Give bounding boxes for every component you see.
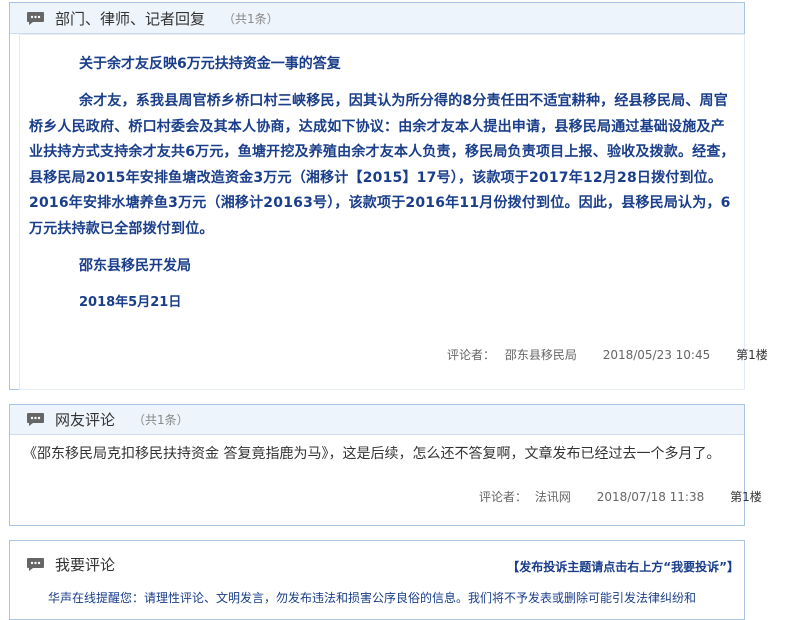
reply-title: 关于余才友反映6万元扶持资金一事的答复: [79, 56, 341, 72]
reply-meta: 评论者： 邵东县移民局 2018/05/23 10:45 第1楼: [447, 346, 768, 363]
commenter-label: 评论者：: [479, 490, 528, 504]
commenter-name: 法讯网: [534, 490, 571, 504]
comment-time: 2018/07/18 11:38: [596, 490, 705, 504]
comment-panel-title: 我要评论: [55, 555, 116, 574]
netizen-panel-header: 网友评论 （共1条）: [10, 405, 744, 435]
post-complaint-link[interactable]: 【发布投诉主题请点击右上方“我要投诉”】: [507, 558, 739, 575]
reply-text: 余才友，系我县周官桥乡桥口村三峡移民，因其认为所分得的8分责任田不适宜耕种，经县…: [29, 93, 735, 237]
reply-panel-title: 部门、律师、记者回复: [55, 9, 206, 28]
netizen-panel: 网友评论 （共1条） 《邵东移民局克扣移民扶持资金 答复竟指鹿为马》，这是后续，…: [9, 404, 762, 526]
chat-bubble-icon: [26, 557, 45, 572]
netizen-panel-count: （共1条）: [133, 413, 189, 427]
reply-panel-header: 部门、律师、记者回复 （共1条）: [10, 3, 744, 34]
reply-panel: 部门、律师、记者回复 （共1条） 关于余才友反映6万元扶持资金一事的答复 余才友…: [9, 2, 768, 390]
netizen-comment-text: 《邵东移民局克扣移民扶持资金 答复竟指鹿为马》，这是后续，怎么还不答复啊，文章发…: [23, 446, 721, 462]
commenter-label: 评论者：: [447, 348, 496, 362]
commenter-name: 邵东县移民局: [504, 348, 577, 362]
chat-bubble-icon: [26, 11, 45, 26]
floor-number: 第1楼: [736, 348, 768, 362]
reply-signature: 邵东县移民开发局: [79, 258, 191, 274]
comment-panel: 我要评论 【发布投诉主题请点击右上方“我要投诉”】 华声在线提醒您：请理性评论、…: [9, 540, 745, 620]
comment-time: 2018/05/23 10:45: [602, 348, 711, 362]
chat-bubble-icon: [26, 412, 45, 427]
reply-date: 2018年5月21日: [79, 295, 182, 310]
netizen-meta: 评论者： 法讯网 2018/07/18 11:38 第1楼: [479, 488, 762, 505]
floor-number: 第1楼: [730, 490, 762, 504]
reply-panel-count: （共1条）: [223, 11, 279, 26]
netizen-panel-title: 网友评论: [55, 411, 116, 429]
reply-body: 关于余才友反映6万元扶持资金一事的答复 余才友，系我县周官桥乡桥口村三峡移民，因…: [19, 34, 768, 390]
comment-notice: 华声在线提醒您：请理性评论、文明发言，勿发布违法和损害公序良俗的信息。我们将不予…: [48, 591, 697, 605]
